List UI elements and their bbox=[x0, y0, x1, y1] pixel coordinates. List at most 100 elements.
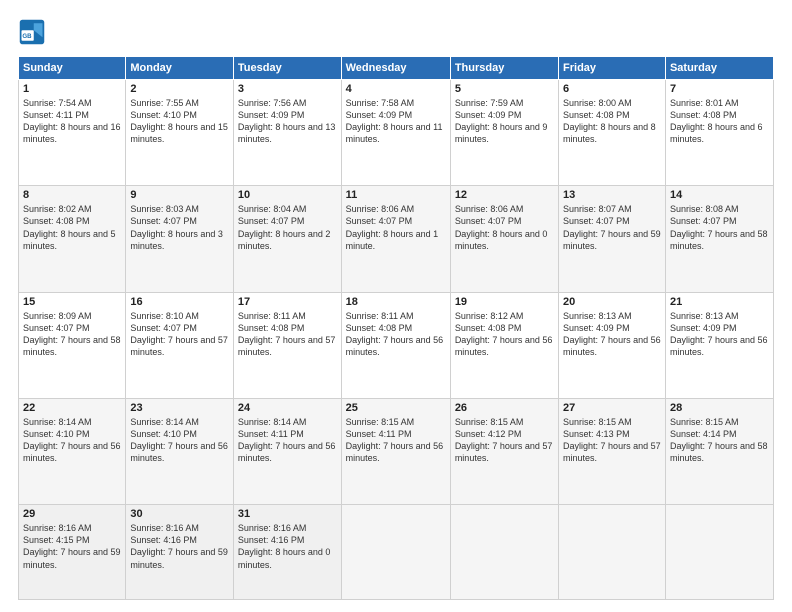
day-number: 13 bbox=[563, 189, 661, 201]
day-number: 28 bbox=[670, 402, 769, 414]
calendar-cell: 11 Sunrise: 8:06 AM Sunset: 4:07 PM Dayl… bbox=[341, 186, 450, 292]
sunset-label: Sunset: 4:09 PM bbox=[238, 110, 305, 120]
sunset-label: Sunset: 4:07 PM bbox=[670, 216, 737, 226]
daylight-label: Daylight: 8 hours and 0 minutes. bbox=[455, 229, 548, 251]
sunrise-label: Sunrise: 8:06 AM bbox=[346, 204, 415, 214]
daylight-label: Daylight: 7 hours and 59 minutes. bbox=[130, 547, 228, 569]
day-number: 3 bbox=[238, 83, 337, 95]
day-info: Sunrise: 8:03 AM Sunset: 4:07 PM Dayligh… bbox=[130, 203, 229, 252]
day-number: 27 bbox=[563, 402, 661, 414]
day-number: 7 bbox=[670, 83, 769, 95]
day-info: Sunrise: 8:16 AM Sunset: 4:15 PM Dayligh… bbox=[23, 522, 121, 571]
sunset-label: Sunset: 4:08 PM bbox=[670, 110, 737, 120]
calendar-cell: 1 Sunrise: 7:54 AM Sunset: 4:11 PM Dayli… bbox=[19, 80, 126, 186]
daylight-label: Daylight: 7 hours and 58 minutes. bbox=[670, 441, 768, 463]
sunset-label: Sunset: 4:11 PM bbox=[346, 429, 412, 439]
day-number: 15 bbox=[23, 296, 121, 308]
sunrise-label: Sunrise: 8:16 AM bbox=[238, 523, 307, 533]
day-number: 1 bbox=[23, 83, 121, 95]
header: GB bbox=[18, 18, 774, 46]
sunrise-label: Sunrise: 8:15 AM bbox=[346, 417, 415, 427]
sunrise-label: Sunrise: 7:55 AM bbox=[130, 98, 199, 108]
calendar-cell: 7 Sunrise: 8:01 AM Sunset: 4:08 PM Dayli… bbox=[665, 80, 773, 186]
calendar-cell: 20 Sunrise: 8:13 AM Sunset: 4:09 PM Dayl… bbox=[559, 292, 666, 398]
daylight-label: Daylight: 8 hours and 6 minutes. bbox=[670, 122, 763, 144]
sunset-label: Sunset: 4:08 PM bbox=[346, 323, 413, 333]
sunset-label: Sunset: 4:13 PM bbox=[563, 429, 630, 439]
day-info: Sunrise: 8:12 AM Sunset: 4:08 PM Dayligh… bbox=[455, 310, 554, 359]
calendar-cell bbox=[665, 505, 773, 600]
sunrise-label: Sunrise: 8:14 AM bbox=[130, 417, 199, 427]
day-number: 30 bbox=[130, 508, 229, 520]
daylight-label: Daylight: 8 hours and 5 minutes. bbox=[23, 229, 116, 251]
sunrise-label: Sunrise: 8:04 AM bbox=[238, 204, 307, 214]
calendar-cell: 17 Sunrise: 8:11 AM Sunset: 4:08 PM Dayl… bbox=[233, 292, 341, 398]
calendar-week-5: 29 Sunrise: 8:16 AM Sunset: 4:15 PM Dayl… bbox=[19, 505, 774, 600]
sunset-label: Sunset: 4:07 PM bbox=[130, 216, 197, 226]
header-tuesday: Tuesday bbox=[233, 57, 341, 80]
daylight-label: Daylight: 8 hours and 0 minutes. bbox=[238, 547, 331, 569]
sunset-label: Sunset: 4:07 PM bbox=[563, 216, 630, 226]
sunset-label: Sunset: 4:10 PM bbox=[130, 110, 197, 120]
daylight-label: Daylight: 8 hours and 3 minutes. bbox=[130, 229, 223, 251]
daylight-label: Daylight: 8 hours and 8 minutes. bbox=[563, 122, 656, 144]
day-info: Sunrise: 8:06 AM Sunset: 4:07 PM Dayligh… bbox=[346, 203, 446, 252]
day-info: Sunrise: 8:07 AM Sunset: 4:07 PM Dayligh… bbox=[563, 203, 661, 252]
day-number: 6 bbox=[563, 83, 661, 95]
sunset-label: Sunset: 4:08 PM bbox=[563, 110, 630, 120]
day-info: Sunrise: 8:13 AM Sunset: 4:09 PM Dayligh… bbox=[670, 310, 769, 359]
sunrise-label: Sunrise: 7:58 AM bbox=[346, 98, 415, 108]
calendar-cell: 9 Sunrise: 8:03 AM Sunset: 4:07 PM Dayli… bbox=[126, 186, 234, 292]
day-number: 10 bbox=[238, 189, 337, 201]
daylight-label: Daylight: 7 hours and 56 minutes. bbox=[23, 441, 121, 463]
day-number: 19 bbox=[455, 296, 554, 308]
sunrise-label: Sunrise: 8:16 AM bbox=[130, 523, 199, 533]
calendar-cell: 16 Sunrise: 8:10 AM Sunset: 4:07 PM Dayl… bbox=[126, 292, 234, 398]
calendar-cell: 18 Sunrise: 8:11 AM Sunset: 4:08 PM Dayl… bbox=[341, 292, 450, 398]
day-number: 5 bbox=[455, 83, 554, 95]
sunrise-label: Sunrise: 8:11 AM bbox=[346, 311, 414, 321]
calendar-cell: 29 Sunrise: 8:16 AM Sunset: 4:15 PM Dayl… bbox=[19, 505, 126, 600]
day-number: 17 bbox=[238, 296, 337, 308]
day-info: Sunrise: 8:14 AM Sunset: 4:11 PM Dayligh… bbox=[238, 416, 337, 465]
sunset-label: Sunset: 4:09 PM bbox=[346, 110, 413, 120]
day-info: Sunrise: 8:09 AM Sunset: 4:07 PM Dayligh… bbox=[23, 310, 121, 359]
day-number: 29 bbox=[23, 508, 121, 520]
daylight-label: Daylight: 7 hours and 56 minutes. bbox=[563, 335, 661, 357]
sunset-label: Sunset: 4:15 PM bbox=[23, 535, 90, 545]
weekday-header-row: Sunday Monday Tuesday Wednesday Thursday… bbox=[19, 57, 774, 80]
daylight-label: Daylight: 8 hours and 11 minutes. bbox=[346, 122, 443, 144]
day-number: 20 bbox=[563, 296, 661, 308]
day-info: Sunrise: 8:10 AM Sunset: 4:07 PM Dayligh… bbox=[130, 310, 229, 359]
day-info: Sunrise: 8:11 AM Sunset: 4:08 PM Dayligh… bbox=[346, 310, 446, 359]
header-monday: Monday bbox=[126, 57, 234, 80]
day-info: Sunrise: 8:15 AM Sunset: 4:12 PM Dayligh… bbox=[455, 416, 554, 465]
daylight-label: Daylight: 7 hours and 56 minutes. bbox=[346, 441, 444, 463]
day-number: 21 bbox=[670, 296, 769, 308]
daylight-label: Daylight: 7 hours and 59 minutes. bbox=[563, 229, 661, 251]
sunrise-label: Sunrise: 8:15 AM bbox=[563, 417, 632, 427]
day-info: Sunrise: 7:55 AM Sunset: 4:10 PM Dayligh… bbox=[130, 97, 229, 146]
day-info: Sunrise: 8:14 AM Sunset: 4:10 PM Dayligh… bbox=[130, 416, 229, 465]
calendar-cell: 26 Sunrise: 8:15 AM Sunset: 4:12 PM Dayl… bbox=[450, 398, 558, 504]
day-info: Sunrise: 8:01 AM Sunset: 4:08 PM Dayligh… bbox=[670, 97, 769, 146]
sunset-label: Sunset: 4:07 PM bbox=[23, 323, 90, 333]
day-number: 22 bbox=[23, 402, 121, 414]
daylight-label: Daylight: 7 hours and 56 minutes. bbox=[670, 335, 768, 357]
sunrise-label: Sunrise: 8:10 AM bbox=[130, 311, 199, 321]
day-number: 26 bbox=[455, 402, 554, 414]
calendar-cell: 10 Sunrise: 8:04 AM Sunset: 4:07 PM Dayl… bbox=[233, 186, 341, 292]
calendar-cell: 24 Sunrise: 8:14 AM Sunset: 4:11 PM Dayl… bbox=[233, 398, 341, 504]
day-number: 9 bbox=[130, 189, 229, 201]
calendar-cell: 5 Sunrise: 7:59 AM Sunset: 4:09 PM Dayli… bbox=[450, 80, 558, 186]
sunrise-label: Sunrise: 7:56 AM bbox=[238, 98, 307, 108]
sunset-label: Sunset: 4:11 PM bbox=[238, 429, 304, 439]
calendar-week-4: 22 Sunrise: 8:14 AM Sunset: 4:10 PM Dayl… bbox=[19, 398, 774, 504]
calendar-cell: 6 Sunrise: 8:00 AM Sunset: 4:08 PM Dayli… bbox=[559, 80, 666, 186]
day-number: 18 bbox=[346, 296, 446, 308]
day-info: Sunrise: 8:15 AM Sunset: 4:11 PM Dayligh… bbox=[346, 416, 446, 465]
calendar-cell: 27 Sunrise: 8:15 AM Sunset: 4:13 PM Dayl… bbox=[559, 398, 666, 504]
calendar-week-2: 8 Sunrise: 8:02 AM Sunset: 4:08 PM Dayli… bbox=[19, 186, 774, 292]
day-number: 14 bbox=[670, 189, 769, 201]
daylight-label: Daylight: 7 hours and 57 minutes. bbox=[238, 335, 336, 357]
